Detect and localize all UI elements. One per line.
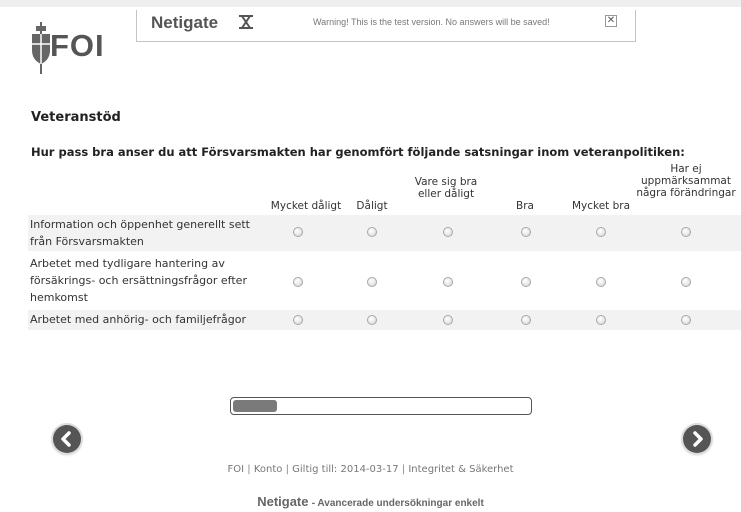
radio-vare-sig[interactable] [443,227,453,237]
radio-mycket-daligt[interactable] [293,315,303,325]
radio-ej-uppmarksammat[interactable] [681,315,691,325]
back-button[interactable] [53,425,81,453]
netigate-brand: Netigate [151,13,219,32]
question-text: Hur pass bra anser du att Försvarsmakten… [31,145,685,159]
progress-bar [230,397,532,415]
netigate-mark-icon [239,15,253,29]
radio-ej-uppmarksammat[interactable] [681,227,691,237]
radio-bra[interactable] [521,315,531,325]
radio-mycket-bra[interactable] [596,315,606,325]
radio-bra[interactable] [521,227,531,237]
column-header: Vare sig bra eller dåligt [414,176,478,200]
footer-link-privacy[interactable]: Integritet & Säkerhet [408,464,513,475]
matrix-row: Arbetet med anhörig- och familjefrågor [28,310,741,330]
logo-text: FOI [50,28,105,63]
crest-icon [32,22,50,74]
next-button[interactable] [683,425,711,453]
radio-vare-sig[interactable] [443,315,453,325]
radio-vare-sig[interactable] [443,277,453,287]
radio-daligt[interactable] [367,227,377,237]
column-header: Dåligt [356,200,388,212]
footer-links: FOI | Konto | Giltig till: 2014-03-17 | … [0,464,741,475]
footer-link-foi[interactable]: FOI [228,464,245,475]
column-header: Bra [516,200,534,212]
footer-link-konto[interactable]: Konto [254,464,283,475]
radio-daligt[interactable] [367,315,377,325]
radio-mycket-daligt[interactable] [293,227,303,237]
radio-ej-uppmarksammat[interactable] [681,277,691,287]
row-label: Arbetet med anhörig- och familjefrågor [30,313,246,326]
radio-daligt[interactable] [367,277,377,287]
close-banner-button[interactable]: ✕ [605,15,617,27]
footer-valid-until: Giltig till: 2014-03-17 [292,464,399,475]
radio-bra[interactable] [521,277,531,287]
row-label: Arbetet med tydligare hantering av försä… [30,257,247,304]
footer-tagline: - Avancerade undersökningar enkelt [311,498,484,509]
matrix-row: Information och öppenhet generellt sett … [28,215,741,251]
section-title: Veteranstöd [31,110,121,125]
progress-fill [233,400,277,412]
top-strip [0,0,741,7]
radio-mycket-bra[interactable] [596,277,606,287]
chevron-left-icon [61,431,71,447]
column-header: Mycket dåligt [270,200,342,212]
row-label: Information och öppenhet generellt sett … [30,218,250,248]
column-header: Mycket bra [571,200,631,212]
footer-brand-name[interactable]: Netigate [257,494,308,509]
test-version-banner: Netigate Warning! This is the test versi… [136,10,636,42]
warning-text: Warning! This is the test version. No an… [313,17,550,27]
radio-mycket-daligt[interactable] [293,277,303,287]
close-icon: ✕ [606,15,616,26]
footer-brand: Netigate - Avancerade undersökningar enk… [0,494,741,509]
foi-logo: FOI [30,18,140,74]
chevron-right-icon [693,431,703,447]
column-header: Har ej uppmärksammat några förändringar [636,163,736,199]
radio-mycket-bra[interactable] [596,227,606,237]
matrix-row: Arbetet med tydligare hantering av försä… [28,253,741,308]
